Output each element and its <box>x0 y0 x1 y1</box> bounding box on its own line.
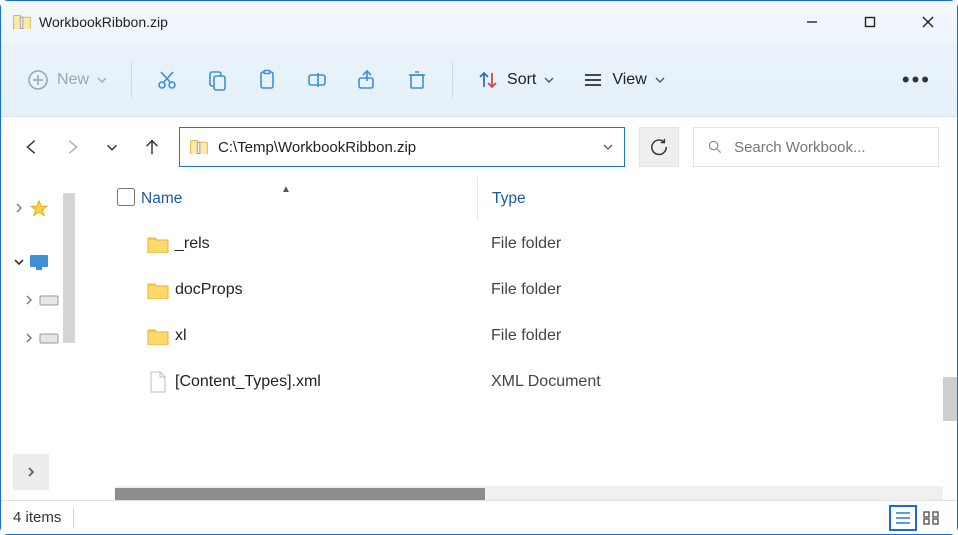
navpane-item[interactable] <box>1 319 99 357</box>
drive-icon <box>39 330 59 346</box>
address-path: C:\Temp\WorkbookRibbon.zip <box>218 139 592 156</box>
navigation-pane <box>1 177 99 502</box>
address-bar[interactable]: C:\Temp\WorkbookRibbon.zip <box>179 127 625 167</box>
sort-button[interactable]: Sort <box>465 57 566 103</box>
maximize-button[interactable] <box>841 1 899 43</box>
search-box[interactable] <box>693 127 939 167</box>
file-name: _rels <box>175 235 477 253</box>
file-type: File folder <box>477 235 957 253</box>
minimize-button[interactable] <box>783 1 841 43</box>
file-row[interactable]: xlFile folder <box>99 313 957 359</box>
share-button[interactable] <box>344 57 390 103</box>
details-view-toggle[interactable] <box>889 505 917 531</box>
navpane-item[interactable] <box>1 243 99 281</box>
status-separator <box>73 508 74 528</box>
back-button[interactable] <box>19 134 45 160</box>
file-name: docProps <box>175 281 477 299</box>
folder-icon <box>141 327 175 345</box>
window-title: WorkbookRibbon.zip <box>39 14 168 30</box>
up-button[interactable] <box>139 134 165 160</box>
file-name: [Content_Types].xml <box>175 373 477 391</box>
toolbar-ribbon: New Sort <box>1 43 957 117</box>
file-icon <box>141 371 175 393</box>
chevron-right-icon <box>23 294 35 306</box>
column-header-type[interactable]: Type <box>477 177 957 221</box>
drive-icon <box>39 292 59 308</box>
navpane-collapse-button[interactable] <box>13 454 49 490</box>
status-bar: 4 items <box>1 500 957 534</box>
new-label: New <box>57 71 89 89</box>
search-icon <box>708 139 722 155</box>
title-bar: WorkbookRibbon.zip <box>1 1 957 43</box>
file-type: XML Document <box>477 373 957 391</box>
rename-icon <box>306 69 328 91</box>
file-row[interactable]: docPropsFile folder <box>99 267 957 313</box>
zip-file-icon <box>190 140 208 154</box>
close-button[interactable] <box>899 1 957 43</box>
file-row[interactable]: _relsFile folder <box>99 221 957 267</box>
sort-label: Sort <box>507 71 536 89</box>
file-type: File folder <box>477 327 957 345</box>
ellipsis-icon: ••• <box>902 67 931 93</box>
toolbar-separator <box>452 62 453 98</box>
paste-button[interactable] <box>244 57 290 103</box>
copy-icon <box>206 69 228 91</box>
vertical-scrollbar[interactable] <box>943 377 957 421</box>
sort-icon <box>477 69 499 91</box>
chevron-down-icon <box>13 256 25 268</box>
file-name: xl <box>175 327 477 345</box>
copy-button[interactable] <box>194 57 240 103</box>
navpane-item[interactable] <box>1 189 99 227</box>
select-all-checkbox[interactable] <box>99 188 141 211</box>
paste-icon <box>256 69 278 91</box>
thumbnails-view-toggle[interactable] <box>917 505 945 531</box>
new-button[interactable]: New <box>15 57 119 103</box>
column-header-name[interactable]: Name ▲ <box>141 190 477 208</box>
search-input[interactable] <box>734 139 924 156</box>
refresh-button[interactable] <box>639 127 679 167</box>
delete-button[interactable] <box>394 57 440 103</box>
cut-button[interactable] <box>144 57 190 103</box>
monitor-icon <box>29 254 49 270</box>
chevron-down-icon <box>655 75 665 85</box>
recent-locations-button[interactable] <box>99 134 125 160</box>
navpane-scrollbar[interactable] <box>63 193 75 343</box>
chevron-right-icon <box>13 202 25 214</box>
more-options-button[interactable]: ••• <box>890 57 943 103</box>
rename-button[interactable] <box>294 57 340 103</box>
chevron-down-icon <box>544 75 554 85</box>
folder-icon <box>141 235 175 253</box>
navpane-item[interactable] <box>1 281 99 319</box>
file-list-pane: Name ▲ Type _relsFile folderdocPropsFile… <box>99 177 957 502</box>
toolbar-separator <box>131 62 132 98</box>
chevron-right-icon <box>23 332 35 344</box>
view-button[interactable]: View <box>570 57 676 103</box>
status-item-count: 4 items <box>13 509 61 526</box>
forward-button[interactable] <box>59 134 85 160</box>
trash-icon <box>406 69 428 91</box>
sort-indicator-icon: ▲ <box>281 184 291 195</box>
new-icon <box>27 69 49 91</box>
file-type: File folder <box>477 281 957 299</box>
view-icon <box>582 69 604 91</box>
share-icon <box>356 69 378 91</box>
file-row[interactable]: [Content_Types].xmlXML Document <box>99 359 957 405</box>
scissors-icon <box>156 69 178 91</box>
column-header-row: Name ▲ Type <box>99 177 957 221</box>
navigation-row: C:\Temp\WorkbookRibbon.zip <box>1 117 957 177</box>
zip-file-icon <box>13 15 31 29</box>
chevron-down-icon <box>97 75 107 85</box>
folder-icon <box>141 281 175 299</box>
star-icon <box>29 200 49 216</box>
view-label: View <box>612 71 646 89</box>
chevron-down-icon[interactable] <box>602 141 614 153</box>
